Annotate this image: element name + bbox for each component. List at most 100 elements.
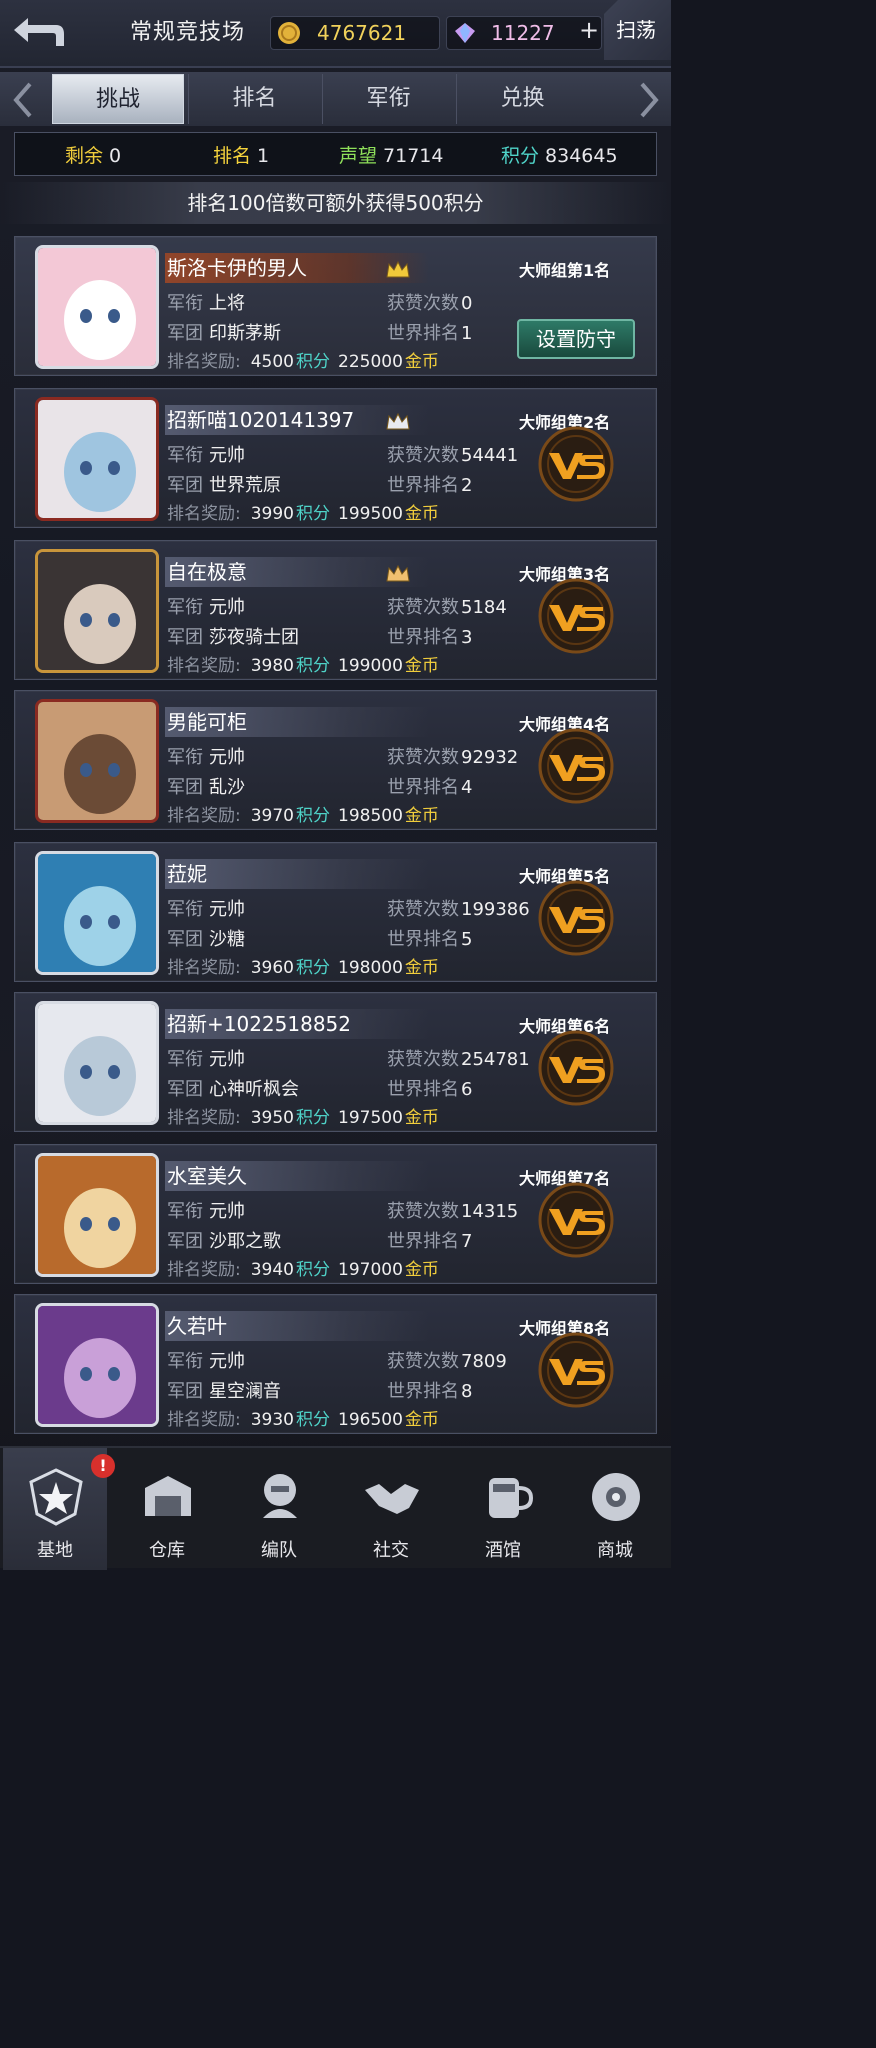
sweep-button[interactable]: 扫荡 — [604, 0, 671, 60]
warehouse-icon — [145, 1476, 191, 1516]
vs-challenge-button[interactable] — [537, 1331, 615, 1409]
tab-scroll-left-icon[interactable] — [4, 78, 44, 122]
opponent-card: 招新喵1020141397 大师组第2名 军衔 元帅 军团 世界荒原 获赞次数 54441 世界… — [14, 388, 657, 528]
world-rank-row: 世界排名 5 — [387, 929, 473, 950]
nav-formation-label: 编队 — [261, 1540, 297, 1561]
military-rank-row: 军衔 元帅 — [167, 747, 245, 768]
rank-reward: 排名奖励: 3950 积分 197500 金币 — [167, 1108, 439, 1128]
avatar-portrait-icon — [38, 1004, 156, 1122]
likes-row: 获赞次数 92932 — [387, 747, 519, 768]
nav-warehouse-label: 仓库 — [149, 1540, 185, 1561]
vs-challenge-button[interactable] — [537, 1029, 615, 1107]
world-rank-row: 世界排名 4 — [387, 777, 473, 798]
opponent-card: 男能可柜 大师组第4名 军衔 元帅 军团 乱沙 获赞次数 92932 世界排名 4 排名奖励: 397… — [14, 690, 657, 830]
rank-reward: 排名奖励: 3970 积分 198500 金币 — [167, 806, 439, 826]
sweep-label: 扫荡 — [616, 18, 656, 42]
shop-icon — [592, 1473, 640, 1521]
legion-row: 军团 莎夜骑士团 — [167, 627, 299, 648]
rank-crown-icon — [386, 564, 410, 582]
handshake-icon — [365, 1484, 419, 1514]
nav-base-label: 基地 — [37, 1540, 73, 1561]
avatar-portrait-icon — [38, 552, 156, 670]
legion-row: 军团 星空澜音 — [167, 1381, 281, 1402]
vs-challenge-button[interactable] — [537, 577, 615, 655]
world-rank-row: 世界排名 8 — [387, 1381, 473, 1402]
vs-challenge-button[interactable] — [537, 879, 615, 957]
player-avatar[interactable] — [35, 549, 159, 673]
world-rank-row: 世界排名 2 — [387, 475, 473, 496]
set-defense-button[interactable]: 设置防守 — [517, 319, 635, 359]
world-rank-row: 世界排名 1 — [387, 323, 473, 344]
tavern-icon — [489, 1478, 534, 1518]
player-name: 久若叶 — [165, 1311, 429, 1341]
nav-shop[interactable]: 商城 — [563, 1448, 667, 1570]
military-rank-row: 军衔 元帅 — [167, 445, 245, 466]
likes-row: 获赞次数 199386 — [387, 899, 530, 920]
base-star-icon — [29, 1468, 83, 1526]
rank-reward: 排名奖励: 3960 积分 198000 金币 — [167, 958, 439, 978]
world-rank-row: 世界排名 6 — [387, 1079, 473, 1100]
formation-icon — [263, 1474, 297, 1518]
player-avatar[interactable] — [35, 1001, 159, 1125]
rank-reward: 排名奖励: 4500 积分 225000 金币 — [167, 352, 439, 372]
back-arrow-icon[interactable] — [6, 10, 70, 54]
tab-challenge[interactable]: 挑战 — [52, 74, 184, 124]
remaining-stat: 剩余 0 — [65, 145, 122, 167]
gold-counter: 4767621 — [270, 16, 440, 50]
player-avatar[interactable] — [35, 397, 159, 521]
tab-scroll-right-icon[interactable] — [628, 78, 668, 122]
player-avatar[interactable] — [35, 1153, 159, 1277]
likes-row: 获赞次数 7809 — [387, 1351, 507, 1372]
player-avatar[interactable] — [35, 699, 159, 823]
opponent-card: 菈妮 大师组第5名 军衔 元帅 军团 沙糖 获赞次数 199386 世界排名 5 排名奖励: 3960… — [14, 842, 657, 982]
opponent-card: 久若叶 大师组第8名 军衔 元帅 军团 星空澜音 获赞次数 7809 世界排名 8 排名奖励: 393… — [14, 1294, 657, 1434]
opponent-card: 招新+1022518852 大师组第6名 军衔 元帅 军团 心神听枫会 获赞次数 254781… — [14, 992, 657, 1132]
group-rank: 大师组第1名 — [519, 261, 611, 280]
rank-crown-icon — [386, 260, 410, 278]
nav-base[interactable]: 基地 ! — [3, 1448, 115, 1570]
player-avatar[interactable] — [35, 851, 159, 975]
vs-challenge-button[interactable] — [537, 425, 615, 503]
nav-warehouse[interactable]: 仓库 — [115, 1448, 219, 1570]
player-name: 菈妮 — [165, 859, 429, 889]
likes-row: 获赞次数 254781 — [387, 1049, 530, 1070]
world-rank-row: 世界排名 7 — [387, 1231, 473, 1252]
tab-military-rank[interactable]: 军衔 — [322, 74, 454, 124]
opponent-card: 自在极意 大师组第3名 军衔 元帅 军团 莎夜骑士团 获赞次数 5184 世界排名 3 排名奖励: 3… — [14, 540, 657, 680]
legion-row: 军团 乱沙 — [167, 777, 245, 798]
military-rank-row: 军衔 元帅 — [167, 1201, 245, 1222]
opponent-card: 水室美久 大师组第7名 军衔 元帅 军团 沙耶之歌 获赞次数 14315 世界排名 7 排名奖励: 3… — [14, 1144, 657, 1284]
military-rank-row: 军衔 元帅 — [167, 1351, 245, 1372]
add-gems-button[interactable]: + — [579, 18, 599, 42]
legion-row: 军团 沙耶之歌 — [167, 1231, 281, 1252]
page-title: 常规竞技场 — [130, 20, 246, 45]
gem-value: 11227 — [491, 21, 555, 45]
rank-reward: 排名奖励: 3930 积分 196500 金币 — [167, 1410, 439, 1430]
nav-tavern-label: 酒馆 — [485, 1540, 521, 1561]
prestige-stat: 声望 71714 — [339, 145, 444, 167]
nav-social[interactable]: 社交 — [339, 1448, 443, 1570]
gold-value: 4767621 — [317, 21, 407, 45]
vs-challenge-button[interactable] — [537, 727, 615, 805]
likes-row: 获赞次数 54441 — [387, 445, 519, 466]
legion-row: 军团 印斯茅斯 — [167, 323, 281, 344]
avatar-portrait-icon — [38, 400, 156, 518]
avatar-portrait-icon — [38, 248, 156, 366]
tab-ranking[interactable]: 排名 — [188, 74, 320, 124]
likes-row: 获赞次数 5184 — [387, 597, 507, 618]
rank-stat: 排名 1 — [213, 145, 270, 167]
gem-counter: 11227 + — [446, 16, 602, 50]
vs-challenge-button[interactable] — [537, 1181, 615, 1259]
tab-exchange[interactable]: 兑换 — [456, 74, 588, 124]
military-rank-row: 军衔 元帅 — [167, 1049, 245, 1070]
nav-tavern[interactable]: 酒馆 — [451, 1448, 555, 1570]
nav-formation[interactable]: 编队 — [227, 1448, 331, 1570]
player-avatar[interactable] — [35, 245, 159, 369]
military-rank-row: 军衔 上将 — [167, 293, 245, 314]
points-stat: 积分 834645 — [501, 145, 618, 167]
player-name: 招新+1022518852 — [165, 1009, 429, 1039]
player-avatar[interactable] — [35, 1303, 159, 1427]
legion-row: 军团 心神听枫会 — [167, 1079, 299, 1100]
player-name: 水室美久 — [165, 1161, 429, 1191]
stats-bar: 剩余 0 排名 1 声望 71714 积分 834645 — [14, 132, 657, 176]
